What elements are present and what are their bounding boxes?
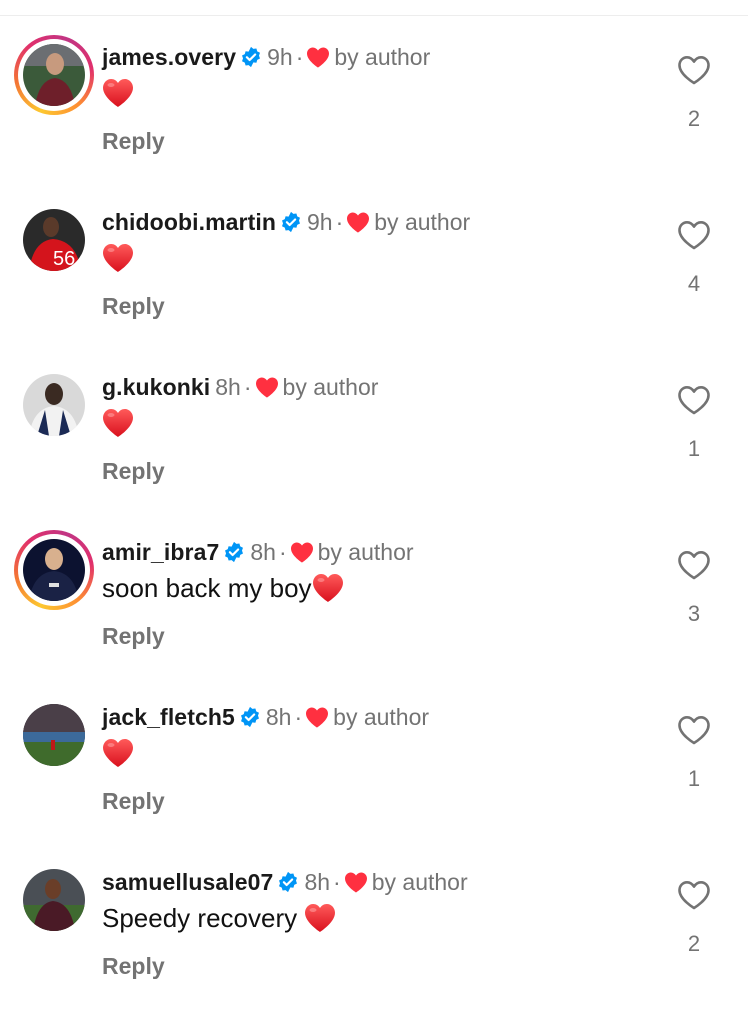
- reply-button[interactable]: Reply: [102, 788, 165, 815]
- red-heart-emoji-icon: [305, 904, 336, 932]
- heart-icon: [255, 377, 278, 398]
- like-count: 1: [687, 436, 701, 461]
- heart-icon: [306, 707, 329, 728]
- username[interactable]: samuellusale07: [102, 869, 273, 895]
- top-divider: [0, 15, 748, 16]
- liked-by-author: by author: [371, 869, 468, 895]
- comment-text: [102, 406, 134, 440]
- heart-icon: [344, 872, 367, 893]
- separator-dot: ·: [278, 539, 287, 565]
- red-heart-emoji-icon: [103, 244, 133, 272]
- separator-dot: ·: [333, 869, 341, 895]
- heart-icon: [290, 542, 313, 563]
- comment-header: amir_ibra7 8h · by author: [102, 537, 414, 567]
- separator-dot: ·: [294, 704, 303, 730]
- comment-item: james.overy 9h · by author Reply 2: [0, 30, 748, 195]
- timestamp: 8h: [250, 539, 276, 565]
- verified-badge-icon: [225, 541, 244, 563]
- reply-button[interactable]: Reply: [102, 458, 165, 485]
- comment-text: Speedy recovery: [102, 901, 336, 935]
- comment-header: samuellusale07 8h · by author: [102, 867, 468, 897]
- timestamp: 9h: [267, 44, 293, 70]
- heart-outline-icon[interactable]: [677, 385, 711, 415]
- timestamp: 9h: [307, 209, 333, 235]
- heart-outline-icon[interactable]: [677, 715, 711, 745]
- verified-badge-icon: [242, 46, 261, 68]
- avatar[interactable]: [23, 374, 85, 436]
- reply-button[interactable]: Reply: [102, 128, 165, 155]
- like-count: 2: [687, 931, 701, 956]
- comment-text-content: Speedy recovery: [102, 903, 305, 933]
- comment-header: james.overy 9h · by author: [102, 42, 430, 72]
- heart-icon: [307, 47, 330, 68]
- verified-badge-icon: [240, 706, 259, 728]
- comment-item: amir_ibra7 8h · by author soon back my boy …: [0, 525, 748, 690]
- heart-outline-icon[interactable]: [677, 550, 711, 580]
- reply-button[interactable]: Reply: [102, 953, 165, 980]
- username[interactable]: jack_fletch5: [102, 704, 235, 730]
- red-heart-emoji-icon: [103, 739, 133, 767]
- separator-dot: ·: [243, 374, 252, 400]
- comment-header: chidoobi.martin 9h · by author: [102, 207, 470, 237]
- separator-dot: ·: [335, 209, 344, 235]
- red-heart-emoji-icon: [103, 79, 133, 107]
- username[interactable]: amir_ibra7: [102, 539, 219, 565]
- heart-outline-icon[interactable]: [677, 55, 711, 85]
- like-count: 2: [687, 106, 701, 131]
- comment-item: 56 chidoobi.martin 9h · by author Reply 4: [0, 195, 748, 360]
- avatar[interactable]: [23, 869, 85, 931]
- red-heart-emoji-icon: [103, 409, 133, 437]
- timestamp: 8h: [215, 374, 241, 400]
- comment-text: [102, 736, 134, 770]
- verified-badge-icon: [279, 871, 298, 893]
- reply-button[interactable]: Reply: [102, 623, 165, 650]
- comment-item: samuellusale07 8h · by author Speedy recove…: [0, 855, 748, 1020]
- liked-by-author: by author: [334, 44, 431, 70]
- comment-item: jack_fletch5 8h · by author Reply 1: [0, 690, 748, 855]
- timestamp: 8h: [304, 869, 331, 895]
- comment-text: soon back my boy: [102, 571, 344, 605]
- comment-header: g.kukonki 8h · by author: [102, 372, 378, 402]
- liked-by-author: by author: [317, 539, 414, 565]
- avatar[interactable]: [14, 530, 94, 610]
- username[interactable]: james.overy: [102, 44, 236, 70]
- comment-item: g.kukonki 8h · by author Reply 1: [0, 360, 748, 525]
- reply-button[interactable]: Reply: [102, 293, 165, 320]
- avatar[interactable]: [23, 704, 85, 766]
- red-heart-emoji-icon: [312, 574, 343, 602]
- username[interactable]: g.kukonki: [102, 374, 210, 400]
- timestamp: 8h: [265, 704, 292, 730]
- comment-header: jack_fletch5 8h · by author: [102, 702, 429, 732]
- comment-text: [102, 241, 134, 275]
- liked-by-author: by author: [333, 704, 430, 730]
- avatar[interactable]: [14, 35, 94, 115]
- separator-dot: ·: [295, 44, 304, 70]
- like-count: 4: [687, 271, 701, 296]
- avatar[interactable]: 56: [23, 209, 85, 271]
- heart-icon: [347, 212, 370, 233]
- heart-outline-icon[interactable]: [677, 880, 711, 910]
- like-count: 3: [687, 601, 701, 626]
- comment-text-content: soon back my boy: [102, 573, 312, 603]
- heart-outline-icon[interactable]: [677, 220, 711, 250]
- verified-badge-icon: [282, 211, 300, 233]
- username[interactable]: chidoobi.martin: [102, 209, 276, 235]
- svg-text:56: 56: [53, 248, 75, 270]
- liked-by-author: by author: [282, 374, 379, 400]
- comment-text: [102, 76, 134, 110]
- liked-by-author: by author: [374, 209, 471, 235]
- like-count: 1: [687, 766, 701, 791]
